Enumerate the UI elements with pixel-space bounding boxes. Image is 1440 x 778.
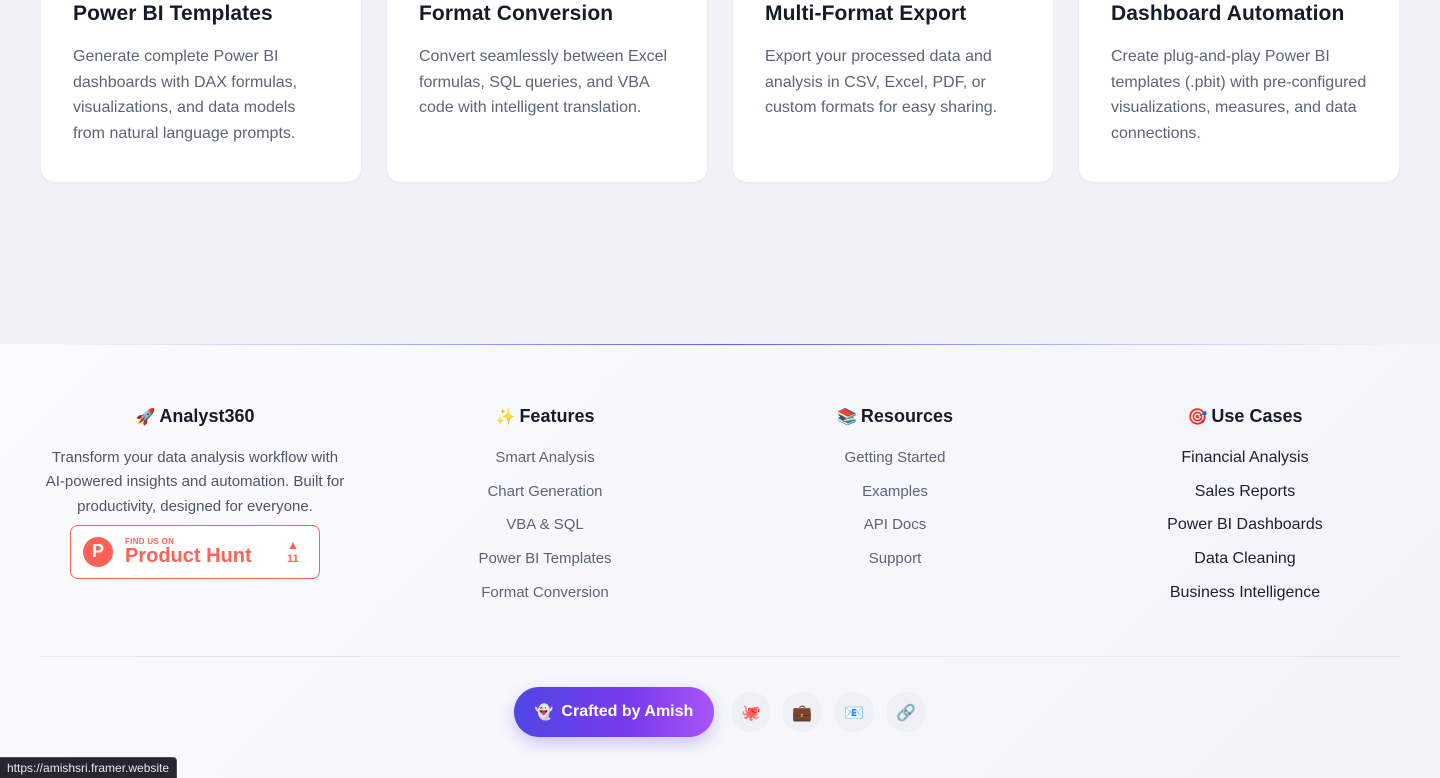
footer-top-border [40, 344, 1404, 345]
footer-link-support[interactable]: Support [740, 550, 1050, 584]
crafted-by-label: Crafted by Amish [561, 703, 694, 720]
feature-card-description: Export your processed data and analysis … [765, 48, 998, 117]
feature-card-title: Power BI Templates [73, 2, 273, 25]
footer-link-format-conversion[interactable]: Format Conversion [390, 584, 700, 618]
feature-card-description: Create plug-and-play Power BI templates … [1111, 48, 1367, 143]
footer-divider [40, 656, 1400, 657]
footer-link-chart-generation[interactable]: Chart Generation [390, 483, 700, 517]
feature-card-title: Format Conversion [419, 2, 614, 25]
site-footer: 🚀 Analyst360 Transform your data analysis… [0, 344, 1440, 778]
brand-description: Transform your data analysis workflow wi… [45, 449, 345, 515]
link-icon[interactable]: 🔗 [886, 692, 926, 732]
footer-link-smart-analysis[interactable]: Smart Analysis [390, 449, 700, 483]
feature-card-multi-format-export: Multi-Format Export Export your processe… [733, 0, 1053, 182]
status-bar-url: https://amishsri.framer.website [0, 757, 178, 778]
brand-name: Analyst360 [159, 406, 255, 426]
sparkles-icon: ✨ [495, 407, 516, 426]
footer-link-sales-reports[interactable]: Sales Reports [1090, 483, 1400, 517]
footer-link-data-cleaning[interactable]: Data Cleaning [1090, 550, 1400, 584]
feature-card-dashboard-automation: Dashboard Automation Create plug-and-pla… [1079, 0, 1399, 182]
feature-card-title: Multi-Format Export [765, 2, 967, 25]
footer-column-title: 🎯 Use Cases [1090, 406, 1400, 427]
features-section: Power BI Templates Generate complete Pow… [0, 0, 1440, 344]
ghost-icon: 👻 [534, 703, 554, 721]
footer-link-examples[interactable]: Examples [740, 483, 1050, 517]
product-hunt-badge[interactable]: P FIND US ON Product Hunt ▲ 11 [70, 524, 320, 579]
upvote-count: 11 [287, 552, 299, 565]
feature-card-power-bi-templates: Power BI Templates Generate complete Pow… [41, 0, 361, 182]
features-links: Smart Analysis Chart Generation VBA & SQ… [390, 449, 700, 617]
feature-card-format-conversion: Format Conversion Convert seamlessly bet… [387, 0, 707, 182]
product-hunt-label: Product Hunt [125, 545, 252, 568]
footer-column-title: ✨ Features [390, 406, 700, 427]
use-cases-links: Financial Analysis Sales Reports Power B… [1090, 449, 1400, 617]
rocket-icon: 🚀 [135, 407, 156, 426]
footer-use-cases-column: 🎯 Use Cases Financial Analysis Sales Repo… [1090, 406, 1400, 617]
target-icon: 🎯 [1187, 407, 1208, 426]
product-hunt-logo-icon: P [83, 536, 113, 567]
footer-link-api-docs[interactable]: API Docs [740, 516, 1050, 550]
footer-column-title: 📚 Resources [740, 406, 1050, 427]
footer-link-power-bi-templates[interactable]: Power BI Templates [390, 550, 700, 584]
footer-link-vba-sql[interactable]: VBA & SQL [390, 516, 700, 550]
use-cases-heading: Use Cases [1211, 406, 1303, 426]
footer-brand-title: 🚀 Analyst360 [40, 406, 350, 427]
footer-link-financial-analysis[interactable]: Financial Analysis [1090, 449, 1400, 483]
footer-resources-column: 📚 Resources Getting Started Examples API … [740, 406, 1050, 584]
email-icon[interactable]: 📧 [834, 692, 874, 732]
features-heading: Features [519, 406, 595, 426]
briefcase-icon[interactable]: 💼 [782, 692, 822, 732]
product-hunt-text: FIND US ON Product Hunt [125, 537, 279, 566]
footer-brand-column: 🚀 Analyst360 Transform your data analysis… [40, 406, 350, 579]
feature-card-title: Dashboard Automation [1111, 2, 1345, 25]
crafted-by-button[interactable]: 👻 Crafted by Amish [514, 687, 714, 737]
footer-features-column: ✨ Features Smart Analysis Chart Generatio… [390, 406, 700, 617]
resources-links: Getting Started Examples API Docs Suppor… [740, 449, 1050, 584]
feature-card-description: Generate complete Power BI dashboards wi… [73, 48, 298, 143]
feature-card-description: Convert seamlessly between Excel formula… [419, 48, 668, 117]
footer-link-business-intelligence[interactable]: Business Intelligence [1090, 584, 1400, 618]
upvote-arrow-icon: ▲ [287, 537, 299, 552]
footer-link-getting-started[interactable]: Getting Started [740, 449, 1050, 483]
books-icon: 📚 [837, 407, 857, 426]
github-icon[interactable]: 🐙 [731, 692, 771, 732]
footer-link-power-bi-dashboards[interactable]: Power BI Dashboards [1090, 516, 1400, 550]
resources-heading: Resources [860, 406, 953, 426]
product-hunt-votes: ▲ 11 [279, 539, 307, 565]
